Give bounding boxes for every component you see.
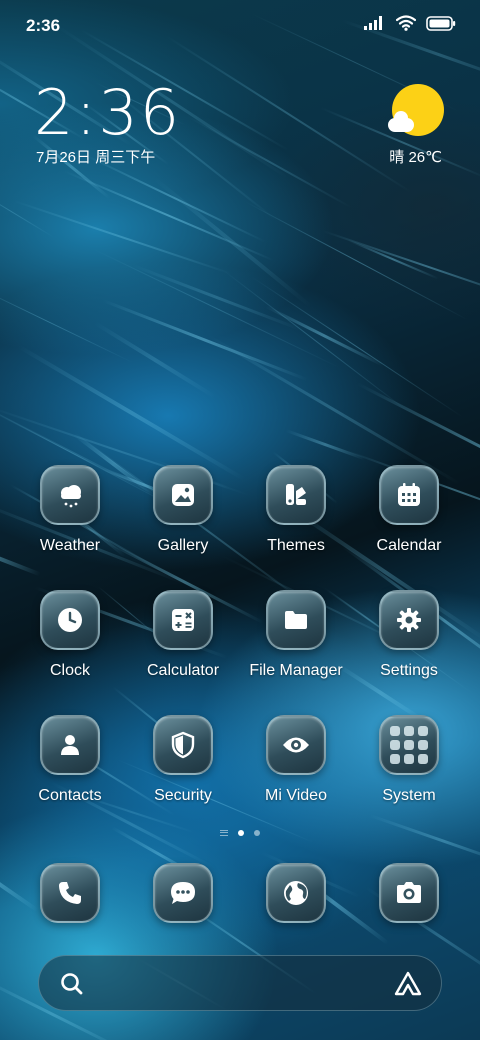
weather-widget[interactable] xyxy=(388,84,444,136)
status-bar: 2:36 xyxy=(0,0,480,50)
dock-messages[interactable] xyxy=(128,863,238,923)
wallpaper-streak xyxy=(264,305,384,368)
app-security[interactable]: Security xyxy=(128,715,238,805)
app-label: Calculator xyxy=(146,662,220,679)
wallpaper-streak xyxy=(347,238,438,280)
app-calendar[interactable]: Calendar xyxy=(354,465,464,555)
clock-widget-date: 7月26日 周三下午 xyxy=(36,149,156,166)
calendar-icon xyxy=(379,465,439,525)
app-clock[interactable]: Clock xyxy=(15,590,125,680)
app-label: Settings xyxy=(380,662,438,679)
wallpaper-streak xyxy=(220,268,411,414)
app-contacts[interactable]: Contacts xyxy=(15,715,125,805)
wallpaper-streak xyxy=(94,321,217,399)
dock-phone[interactable] xyxy=(15,863,125,923)
app-weather[interactable]: Weather xyxy=(15,465,125,555)
wifi-icon xyxy=(396,15,416,31)
weather-icon xyxy=(40,465,100,525)
app-gallery[interactable]: Gallery xyxy=(128,465,238,555)
camera-icon xyxy=(379,863,439,923)
shield-icon xyxy=(153,715,213,775)
wallpaper-streak xyxy=(285,428,366,461)
browser-icon xyxy=(266,863,326,923)
app-label: Clock xyxy=(49,662,90,679)
app-themes[interactable]: Themes xyxy=(241,465,351,555)
app-mi-video[interactable]: Mi Video xyxy=(241,715,351,805)
phone-icon xyxy=(40,863,100,923)
app-label: Mi Video xyxy=(265,787,327,804)
app-file-manager[interactable]: File Manager xyxy=(241,590,351,680)
wallpaper-streak xyxy=(369,814,480,869)
status-time: 2:36 xyxy=(26,16,61,35)
search-bar[interactable] xyxy=(38,955,442,1011)
sunny-cloud-icon xyxy=(388,84,444,136)
wallpaper-streak xyxy=(165,35,413,194)
folder-icon xyxy=(266,590,326,650)
app-label: Contacts xyxy=(38,787,102,804)
app-label: Weather xyxy=(39,537,101,554)
weather-widget-text: 晴 26℃ xyxy=(389,149,442,166)
battery-icon xyxy=(426,15,456,31)
clock-icon xyxy=(40,590,100,650)
app-label: Security xyxy=(154,787,212,804)
app-label: System xyxy=(382,787,436,804)
messages-icon xyxy=(153,863,213,923)
assistant-icon[interactable] xyxy=(393,970,423,998)
contacts-icon xyxy=(40,715,100,775)
eye-icon xyxy=(266,715,326,775)
themes-icon xyxy=(266,465,326,525)
wallpaper-streak xyxy=(244,201,468,321)
page-indicator xyxy=(0,830,480,836)
calculator-icon xyxy=(153,590,213,650)
feed-page-indicator[interactable] xyxy=(220,830,228,836)
app-label: Calendar xyxy=(376,537,442,554)
app-settings[interactable]: Settings xyxy=(354,590,464,680)
app-system-folder[interactable]: System xyxy=(354,715,464,805)
wallpaper-streak xyxy=(17,344,246,481)
dock-camera[interactable] xyxy=(354,863,464,923)
wallpaper-streak xyxy=(251,276,464,419)
folder-grid-icon xyxy=(379,715,439,775)
gear-icon xyxy=(379,590,439,650)
app-calculator[interactable]: Calculator xyxy=(128,590,238,680)
wallpaper-streak xyxy=(322,229,480,304)
status-icons xyxy=(364,15,456,31)
page-dot-active[interactable] xyxy=(238,830,244,836)
wallpaper-streak xyxy=(0,279,134,363)
gallery-icon xyxy=(153,465,213,525)
clock-widget-time[interactable]: 2:36 xyxy=(34,76,181,149)
dock-browser[interactable] xyxy=(241,863,351,923)
page-dot[interactable] xyxy=(254,830,260,836)
app-label: Gallery xyxy=(157,537,209,554)
search-icon[interactable] xyxy=(59,971,85,997)
app-label: Themes xyxy=(267,537,325,554)
app-label: File Manager xyxy=(249,662,343,679)
signal-icon xyxy=(364,16,382,30)
